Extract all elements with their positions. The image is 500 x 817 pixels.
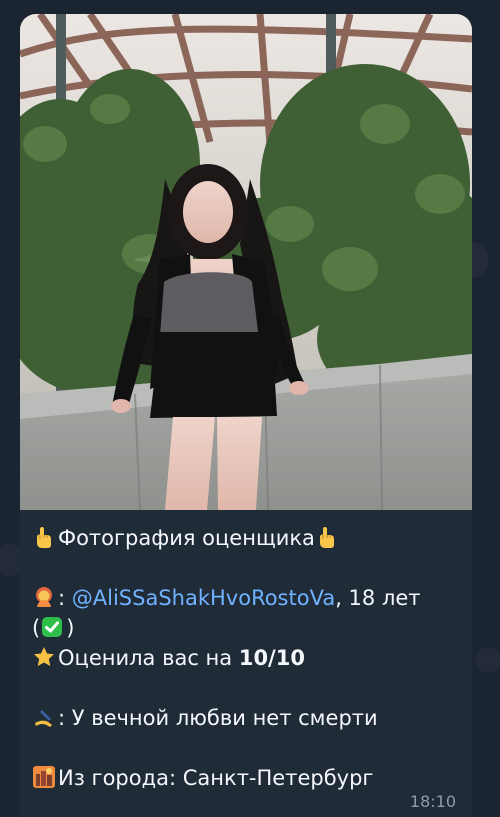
pointing-up-icon xyxy=(32,525,56,549)
caption-user-line: : @AliSSaShakHvoRostoVa, 18 лет xyxy=(32,583,464,613)
pointing-up-icon xyxy=(315,525,339,549)
message-photo[interactable] xyxy=(20,14,472,510)
star-icon xyxy=(32,645,56,669)
message-caption: Фотография оценщика : @AliSSaShakHvoRost… xyxy=(32,523,464,793)
rating-prefix: Оценила вас на xyxy=(58,646,239,670)
woman-icon xyxy=(32,585,56,609)
cityscape-icon xyxy=(32,765,56,789)
check-mark-icon xyxy=(40,615,64,639)
username-link[interactable]: @AliSSaShakHvoRostoVa xyxy=(72,586,335,610)
photo-image xyxy=(20,14,472,510)
age-text: , 18 лет xyxy=(335,586,421,610)
message-bubble[interactable]: Фотография оценщика : @AliSSaShakHvoRost… xyxy=(20,14,472,817)
message-time: 18:10 xyxy=(409,792,456,811)
caption-verified-line: ( ) xyxy=(32,615,75,640)
quote-text: У вечной любви нет смерти xyxy=(65,706,378,730)
user-separator: : xyxy=(58,586,66,610)
caption-title-line: Фотография оценщика xyxy=(32,523,464,553)
city-text: Из города: Санкт-Петербург xyxy=(58,766,374,790)
caption-city-line: Из города: Санкт-Петербург xyxy=(32,763,464,793)
writing-hand-icon xyxy=(32,705,56,729)
caption-title: Фотография оценщика xyxy=(58,526,315,550)
rating-value: 10/10 xyxy=(238,646,305,670)
caption-quote-line: : У вечной любви нет смерти xyxy=(32,703,464,733)
caption-rating-line: Оценила вас на 10/10 xyxy=(32,643,464,673)
